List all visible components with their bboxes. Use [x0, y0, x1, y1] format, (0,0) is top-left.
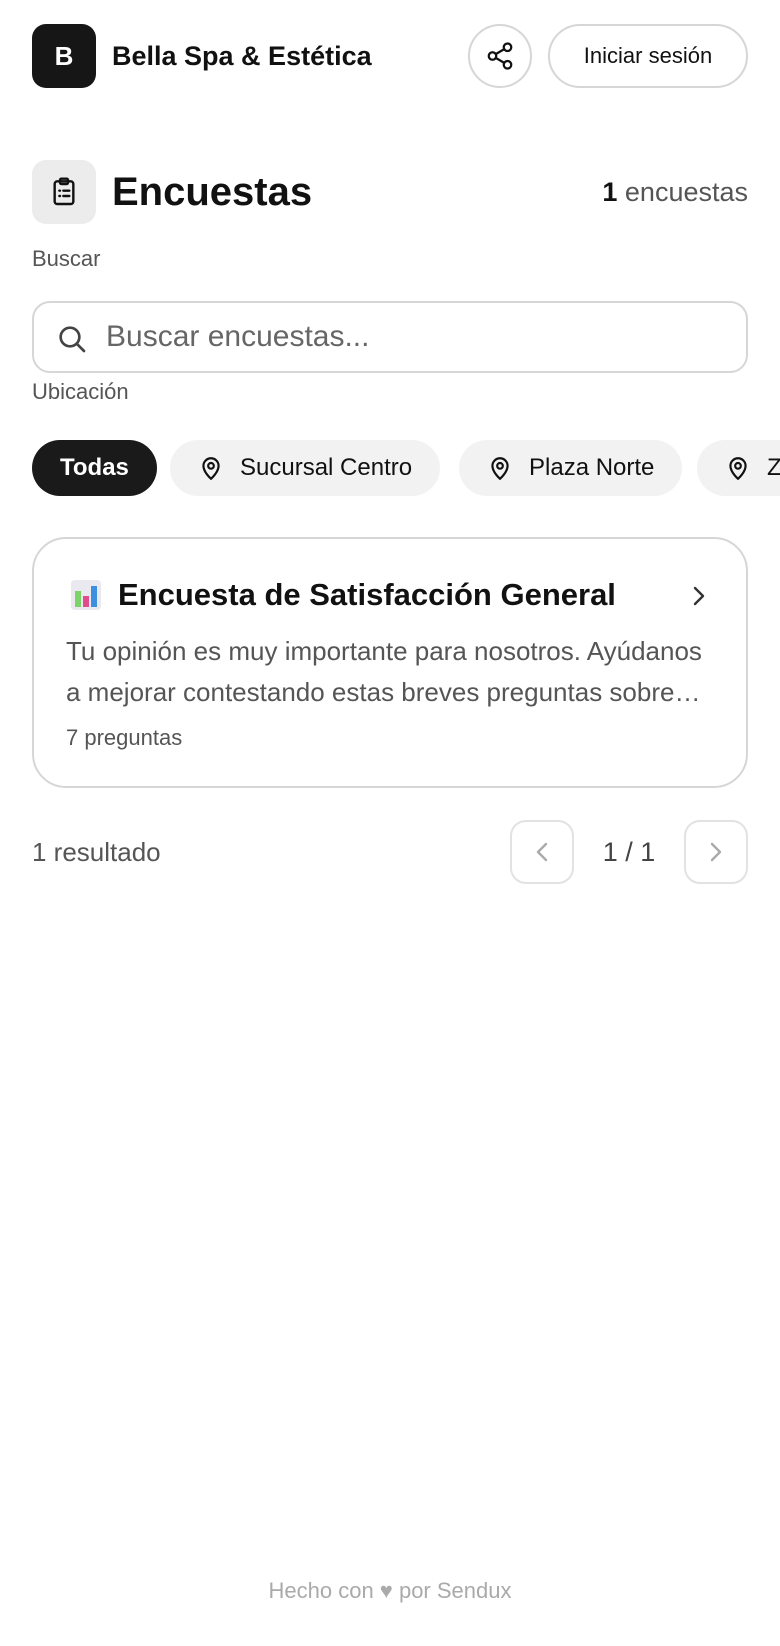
chevron-right-icon [710, 842, 722, 862]
search-label: Buscar [32, 246, 101, 271]
clipboard-list-icon [32, 160, 96, 224]
page-indicator: 1 / 1 [602, 837, 656, 867]
share-button[interactable] [468, 24, 532, 88]
search-input[interactable] [106, 317, 726, 357]
survey-question-count: 7 preguntas [66, 725, 183, 750]
results-count: 1 resultado [32, 837, 161, 867]
location-chip-plaza-norte[interactable]: Plaza Norte [459, 440, 683, 496]
map-pin-icon [491, 457, 509, 480]
brand-logo[interactable]: B [32, 24, 96, 88]
chip-label: Todas [60, 454, 129, 481]
login-button[interactable]: Iniciar sesión [548, 24, 748, 88]
share-icon [487, 42, 513, 70]
bar-chart-emoji-icon [71, 580, 101, 610]
chevron-right-icon [693, 586, 705, 606]
location-chips: Todas Sucursal Centro Plaza Norte Zona S… [32, 440, 780, 496]
survey-count-suffix: encuestas [624, 177, 748, 207]
survey-count: 1 encuestas [602, 176, 748, 208]
title-row: Encuestas 1 encuestas [32, 160, 748, 224]
location-label: Ubicación [32, 379, 129, 404]
search-icon [59, 326, 86, 353]
survey-count-number: 1 [602, 177, 618, 207]
footer-credit[interactable]: Hecho con ♥ por Sendux [0, 1577, 780, 1605]
map-pin-icon [729, 457, 747, 480]
chevron-left-icon [536, 842, 548, 862]
location-chip-zona-sur[interactable]: Zona Sur [697, 440, 780, 496]
location-chip-sucursal-centro[interactable]: Sucursal Centro [170, 440, 441, 496]
previous-page-button[interactable] [510, 820, 574, 884]
map-pin-icon [202, 457, 220, 480]
page-title: Encuestas [112, 170, 313, 214]
chip-label: Zona Sur [767, 454, 780, 481]
survey-title: Encuesta de Satisfacción General [118, 577, 616, 612]
chip-label: Plaza Norte [529, 454, 655, 481]
survey-card[interactable]: Encuesta de Satisfacción General Tu opin… [32, 537, 748, 788]
header: B Bella Spa & Estética Iniciar sesión [32, 24, 748, 88]
page: B Bella Spa & Estética Iniciar sesión En… [0, 0, 780, 1646]
next-page-button[interactable] [684, 820, 748, 884]
chip-label: Sucursal Centro [240, 454, 413, 481]
business-name[interactable]: Bella Spa & Estética [112, 40, 372, 72]
location-chip-todas[interactable]: Todas [32, 440, 157, 496]
survey-description: Tu opinión es muy importante para nosotr… [66, 636, 704, 707]
search-box[interactable] [32, 301, 748, 373]
